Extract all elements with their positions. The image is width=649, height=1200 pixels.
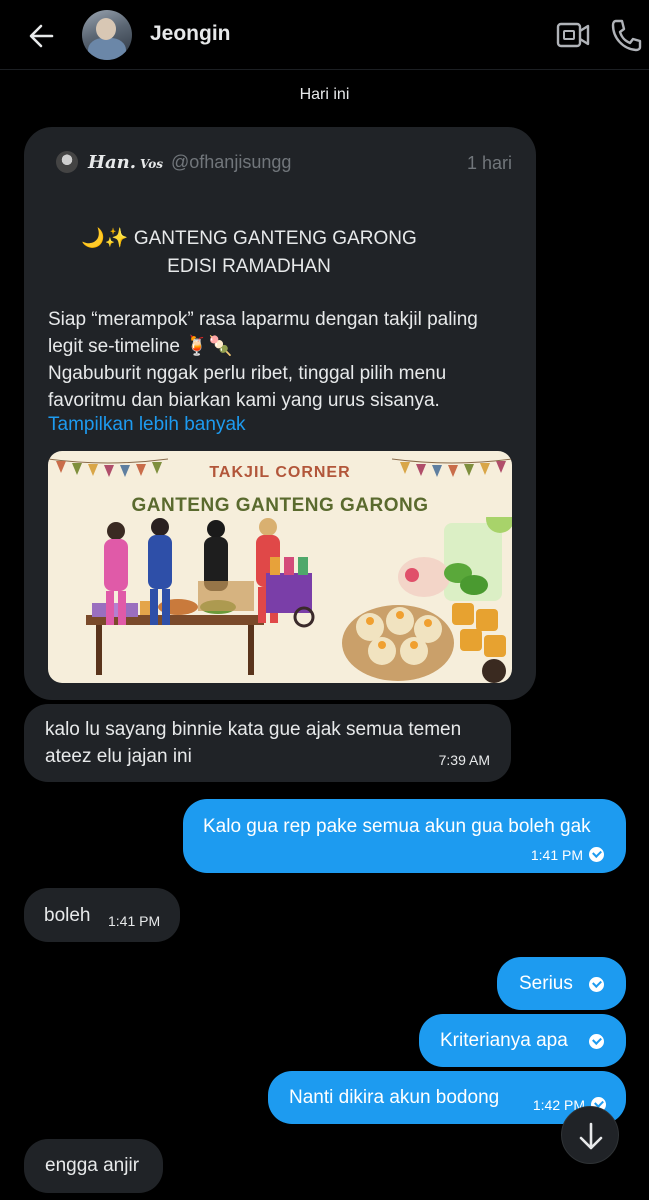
- message-bubble-incoming[interactable]: engga anjir: [24, 1139, 163, 1193]
- message-bubble-outgoing[interactable]: Kriterianya apa: [419, 1014, 626, 1067]
- arrow-left-icon: [29, 24, 54, 48]
- message-text: Serius: [519, 973, 573, 994]
- back-button[interactable]: [22, 18, 62, 54]
- message-bubble-outgoing[interactable]: Kalo gua rep pake semua akun gua boleh g…: [183, 799, 626, 873]
- contact-avatar[interactable]: [82, 10, 132, 60]
- shared-post-card[interactable]: Han. Vos @ofhanjisungg 1 hari 🌙✨ GANTENG …: [24, 127, 536, 700]
- message-text: ateez elu jajan ini 7:39 AM: [45, 743, 490, 770]
- phone-call-button[interactable]: [610, 18, 642, 57]
- message-text: kalo lu sayang binnie kata gue ajak semu…: [45, 719, 462, 740]
- takjil-illustration: [86, 517, 512, 683]
- arrow-down-icon: [579, 1122, 603, 1150]
- quoted-author-handle: @ofhanjisungg: [171, 151, 292, 172]
- message-text: engga anjir: [45, 1155, 140, 1176]
- sent-check-icon: [589, 847, 604, 863]
- quoted-post-body: Siap “merampok” rasa laparmu dengan takj…: [48, 309, 478, 411]
- post-image[interactable]: TAKJIL CORNER GANTENG GANTENG GARONG: [48, 451, 512, 683]
- video-call-button[interactable]: [556, 20, 590, 55]
- contact-name[interactable]: Jeongin: [150, 22, 231, 46]
- message-bubble-incoming[interactable]: boleh 1:41 PM: [24, 888, 180, 942]
- date-divider: Hari ini: [299, 86, 350, 103]
- message-meta: 1:41 PM: [531, 841, 604, 869]
- phone-icon: [611, 19, 642, 52]
- message-text: boleh: [44, 905, 91, 926]
- message-timestamp: 1:41 PM: [530, 847, 583, 863]
- show-more-link[interactable]: Tampilkan lebih banyak: [48, 414, 246, 436]
- quoted-post-title: 🌙✨ GANTENG GANTENG GARONG EDISI RAMADHAN: [81, 228, 417, 277]
- quoted-post-header: Han. Vos @ofhanjisungg: [56, 151, 291, 173]
- message-bubble-incoming[interactable]: kalo lu sayang binnie kata gue ajak semu…: [24, 704, 511, 782]
- quoted-author-avatar: [56, 151, 78, 173]
- message-bubble-outgoing[interactable]: Serius: [497, 957, 626, 1010]
- sent-check-icon: [589, 977, 604, 992]
- message-text: Kriterianya apa: [440, 1030, 568, 1051]
- message-timestamp: 1:41 PM: [108, 913, 161, 929]
- image-title: GANTENG GANTENG GARONG: [131, 495, 429, 516]
- quoted-post-time: 1 hari: [466, 153, 512, 173]
- message-text: Kalo gua rep pake semua akun gua boleh g…: [203, 816, 591, 837]
- quoted-author-name: Han. Vos: [88, 151, 163, 173]
- sent-check-icon: [589, 1034, 604, 1049]
- message-timestamp: 7:39 AM: [438, 752, 490, 768]
- scroll-to-bottom-button[interactable]: [561, 1106, 619, 1164]
- chat-header: Jeongin: [0, 0, 649, 70]
- image-subtitle: TAKJIL CORNER: [209, 464, 351, 481]
- message-text: Nanti dikira akun bodong: [289, 1087, 500, 1108]
- video-call-icon: [556, 22, 590, 48]
